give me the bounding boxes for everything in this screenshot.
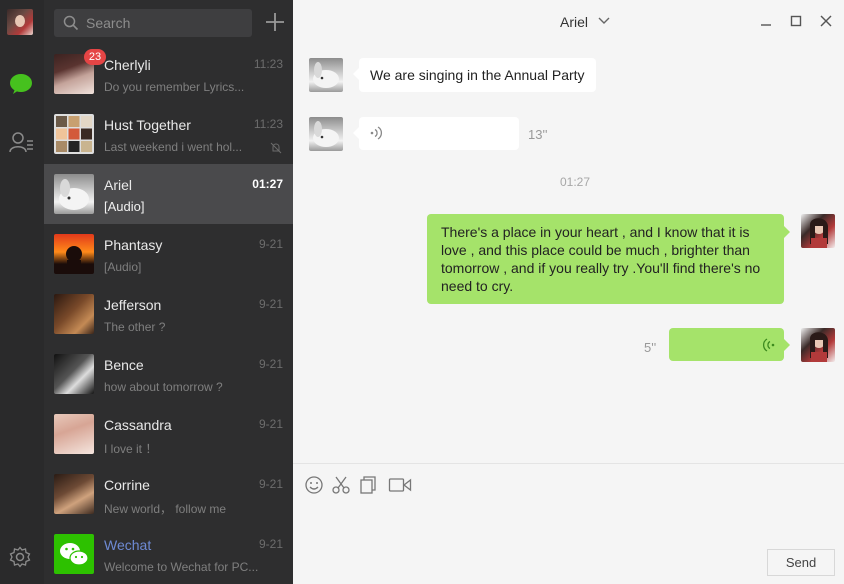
conversation-item[interactable]: Hust Together Last weekend i went hol...… bbox=[44, 104, 293, 164]
message-time: 9-21 bbox=[258, 357, 283, 371]
mute-icon bbox=[270, 142, 282, 154]
files-icon[interactable] bbox=[359, 476, 379, 494]
search-icon bbox=[63, 15, 79, 31]
unread-badge: 23 bbox=[84, 49, 106, 65]
conversation-item-active[interactable]: Ariel [Audio] 01:27 bbox=[44, 164, 293, 224]
avatar bbox=[54, 354, 94, 394]
my-avatar[interactable] bbox=[7, 9, 33, 35]
message-time: 01:27 bbox=[252, 177, 283, 191]
audio-message-incoming[interactable] bbox=[359, 117, 519, 150]
minimize-icon[interactable] bbox=[759, 14, 773, 28]
message-time: 11:23 bbox=[253, 57, 283, 71]
contact-name: Bence bbox=[104, 357, 144, 373]
chat-icon[interactable] bbox=[9, 73, 33, 95]
conversation-item[interactable]: Phantasy [Audio] 9-21 bbox=[44, 224, 293, 284]
voice-wave-icon bbox=[763, 338, 775, 352]
message-composer[interactable]: Send bbox=[293, 463, 844, 584]
contact-name: Phantasy bbox=[104, 237, 163, 253]
send-button[interactable]: Send bbox=[767, 549, 835, 576]
close-icon[interactable] bbox=[819, 14, 833, 28]
contact-name: Hust Together bbox=[104, 117, 191, 133]
conversation-item[interactable]: Cassandra I love it ！ 9-21 bbox=[44, 404, 293, 464]
message-preview: [Audio] bbox=[104, 260, 142, 274]
message-time: 9-21 bbox=[258, 537, 283, 551]
sender-avatar[interactable] bbox=[309, 117, 343, 151]
conversation-list: 23 Cherlyli Do you remember Lyrics... 11… bbox=[44, 0, 293, 584]
message-time: 9-21 bbox=[258, 237, 283, 251]
message-preview: I love it ！ bbox=[104, 442, 158, 456]
chat-title[interactable]: Ariel bbox=[560, 14, 588, 30]
message-preview: [Audio] bbox=[104, 199, 145, 214]
my-avatar-small[interactable] bbox=[801, 214, 835, 248]
emoji-icon[interactable] bbox=[304, 476, 324, 494]
message-preview: Last weekend i went hol... bbox=[104, 140, 243, 154]
message-preview: New world， follow me bbox=[104, 502, 227, 516]
avatar bbox=[54, 294, 94, 334]
sender-avatar[interactable] bbox=[309, 58, 343, 92]
nav-rail bbox=[0, 0, 44, 584]
contacts-icon[interactable] bbox=[8, 130, 34, 154]
avatar bbox=[54, 474, 94, 514]
message-preview: Welcome to Wechat for PC... bbox=[104, 560, 259, 574]
message-time: 9-21 bbox=[258, 417, 283, 431]
contact-name: Ariel bbox=[104, 177, 133, 193]
voice-wave-icon bbox=[370, 126, 382, 140]
contact-name: Jefferson bbox=[104, 297, 162, 313]
audio-message-outgoing[interactable] bbox=[669, 328, 784, 361]
contact-name: Cherlyli bbox=[104, 57, 151, 73]
chat-header: Ariel bbox=[293, 0, 844, 44]
contact-name: Corrine bbox=[104, 477, 150, 493]
gear-icon[interactable] bbox=[9, 546, 31, 568]
conversation-item[interactable]: Wechat Welcome to Wechat for PC... 9-21 bbox=[44, 524, 293, 584]
search-box[interactable] bbox=[54, 9, 252, 37]
bubble-tail bbox=[784, 226, 790, 238]
avatar bbox=[54, 174, 94, 214]
message-preview: The other ? bbox=[104, 320, 166, 334]
contact-name: Cassandra bbox=[104, 417, 172, 433]
chat-panel: Ariel We are singing in the Annual Party… bbox=[293, 0, 844, 584]
message-bubble-outgoing[interactable]: There's a place in your heart , and I kn… bbox=[427, 214, 784, 304]
audio-duration: 13'' bbox=[528, 127, 548, 142]
bubble-tail bbox=[784, 339, 790, 351]
message-preview: Do you remember Lyrics... bbox=[104, 80, 245, 94]
my-avatar-small[interactable] bbox=[801, 328, 835, 362]
add-chat-icon[interactable] bbox=[264, 11, 286, 33]
avatar bbox=[54, 234, 94, 274]
message-time: 11:23 bbox=[253, 117, 283, 131]
conversation-item[interactable]: Jefferson The other ? 9-21 bbox=[44, 284, 293, 344]
conversation-item[interactable]: 23 Cherlyli Do you remember Lyrics... 11… bbox=[44, 44, 293, 104]
message-bubble-incoming[interactable]: We are singing in the Annual Party bbox=[359, 58, 596, 92]
search-input[interactable] bbox=[86, 12, 246, 34]
video-call-icon[interactable] bbox=[388, 476, 412, 494]
maximize-icon[interactable] bbox=[789, 14, 803, 28]
scissors-icon[interactable] bbox=[331, 476, 351, 494]
group-avatar bbox=[54, 114, 94, 154]
conversation-item[interactable]: Corrine New world， follow me 9-21 bbox=[44, 464, 293, 524]
audio-duration: 5'' bbox=[644, 340, 657, 355]
contact-name: Wechat bbox=[104, 537, 152, 553]
chevron-down-icon[interactable] bbox=[598, 17, 610, 25]
conversation-item[interactable]: Bence how about tomorrow ? 9-21 bbox=[44, 344, 293, 404]
wechat-logo-icon bbox=[54, 534, 94, 574]
message-time: 9-21 bbox=[258, 477, 283, 491]
timestamp-divider: 01:27 bbox=[560, 175, 591, 189]
message-time: 9-21 bbox=[258, 297, 283, 311]
message-preview: how about tomorrow ? bbox=[104, 380, 223, 394]
avatar bbox=[54, 414, 94, 454]
